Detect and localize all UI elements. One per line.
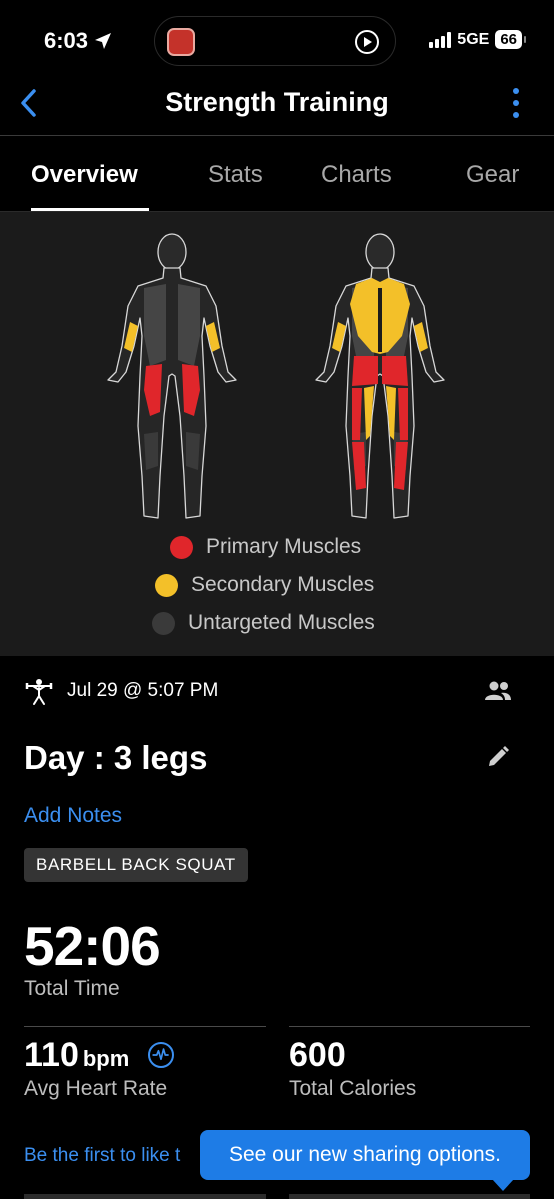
status-indicators: 5GE 66 [429, 30, 526, 49]
tab-bar: Overview Stats Charts Gear [0, 137, 554, 212]
total-time-label: Total Time [24, 977, 120, 1000]
untargeted-dot [152, 611, 175, 635]
secondary-dot [155, 573, 178, 597]
activity-date-row: Jul 29 @ 5:07 PM [24, 676, 530, 708]
play-circle-icon [355, 30, 379, 54]
tab-stats[interactable]: Stats [208, 161, 263, 189]
activity-date: Jul 29 @ 5:07 PM [67, 680, 219, 701]
legend-primary: Primary Muscles [170, 535, 361, 559]
stat-divider-left [24, 1026, 266, 1027]
stat-divider-right [289, 1026, 530, 1027]
signal-icon [429, 31, 452, 48]
legend-untargeted: Untargeted Muscles [152, 611, 375, 635]
like-prompt-link[interactable]: Be the first to like t [24, 1145, 202, 1167]
exercise-tag[interactable]: BARBELL BACK SQUAT [24, 848, 248, 882]
legend-secondary-label: Secondary Muscles [191, 573, 375, 596]
dynamic-island[interactable] [154, 16, 396, 66]
more-vertical-icon[interactable] [512, 88, 520, 118]
avg-heart-rate-value: 110 bpm [24, 1036, 129, 1075]
bottom-card-right [289, 1194, 530, 1199]
primary-dot [170, 535, 193, 559]
navigation-bar: Strength Training [0, 70, 554, 136]
total-calories-value: 600 [289, 1036, 346, 1074]
legend-untargeted-label: Untargeted Muscles [188, 611, 375, 634]
network-type: 5GE [457, 30, 490, 48]
now-playing-app-icon [167, 28, 195, 56]
battery-icon: 66 [495, 30, 526, 49]
muscle-map-panel: Primary Muscles Secondary Muscles Untarg… [0, 212, 554, 656]
total-calories-label: Total Calories [289, 1077, 417, 1100]
heart-rate-icon[interactable] [148, 1042, 174, 1068]
avg-heart-rate-label: Avg Heart Rate [24, 1077, 168, 1100]
total-time-value: 52:06 [24, 915, 161, 977]
add-notes-link[interactable]: Add Notes [24, 804, 122, 828]
status-time-text: 6:03 [44, 28, 89, 53]
people-icon[interactable] [484, 680, 512, 702]
muscle-map-figures [107, 233, 445, 519]
edit-pencil-icon[interactable] [486, 745, 510, 769]
page-title: Strength Training [165, 87, 389, 117]
tab-overview[interactable]: Overview [31, 161, 138, 189]
lifter-icon [25, 679, 53, 705]
legend-secondary: Secondary Muscles [155, 573, 374, 597]
status-bar: 6:03 5GE 66 [0, 0, 554, 70]
legend-primary-label: Primary Muscles [206, 535, 362, 558]
avg-heart-rate-number: 110 [24, 1036, 79, 1074]
bottom-card-left [24, 1194, 266, 1199]
sharing-options-tooltip[interactable]: See our new sharing options. [200, 1130, 530, 1191]
activity-name: Day : 3 legs [24, 739, 208, 776]
status-time: 6:03 [44, 28, 112, 54]
tab-gear[interactable]: Gear [466, 161, 519, 189]
avg-heart-rate-unit: bpm [82, 1046, 130, 1071]
location-arrow-icon [95, 33, 112, 49]
tab-charts[interactable]: Charts [321, 161, 392, 189]
active-tab-indicator [31, 208, 149, 211]
